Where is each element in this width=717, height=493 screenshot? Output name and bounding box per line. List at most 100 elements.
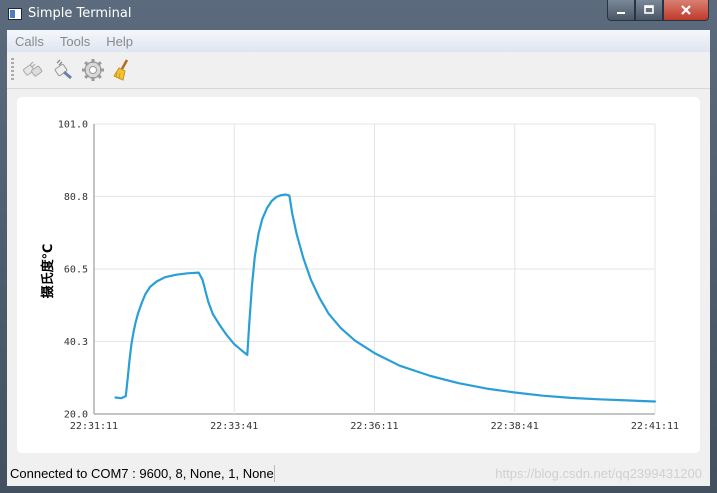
data-point — [354, 340, 356, 342]
data-point — [242, 350, 244, 352]
data-point — [218, 323, 220, 326]
title-bar[interactable]: Simple Terminal — [0, 0, 717, 30]
app-window: Simple Terminal Calls Tools Help 101.0 8… — [0, 0, 717, 493]
data-point — [373, 352, 376, 354]
data-point — [125, 395, 127, 397]
toolbar-grip[interactable] — [11, 58, 14, 82]
data-point — [226, 334, 228, 336]
x-tick-label: 22:31:11 — [70, 421, 118, 432]
data-point — [302, 257, 305, 259]
data-point — [598, 398, 600, 400]
y-tick-label: 101.0 — [58, 120, 88, 131]
temperature-series-line — [114, 193, 657, 403]
data-point — [399, 365, 401, 367]
settings-gear-icon[interactable] — [81, 58, 105, 82]
toolbar — [7, 52, 710, 89]
data-point — [280, 194, 282, 196]
data-point — [134, 323, 136, 326]
data-point — [246, 354, 248, 356]
data-point — [120, 397, 122, 399]
disconnect-icon[interactable] — [51, 58, 75, 82]
data-point — [340, 327, 342, 329]
data-point — [570, 397, 572, 399]
data-point — [254, 255, 256, 258]
data-point — [310, 279, 312, 281]
connection-status: Connected to COM7 : 9600, 8, None, 1, No… — [10, 466, 274, 481]
data-point — [130, 343, 132, 345]
data-point — [654, 400, 656, 403]
data-point — [114, 396, 117, 399]
data-point — [186, 272, 189, 274]
data-point — [201, 279, 204, 281]
data-point — [271, 200, 273, 202]
data-point — [175, 274, 177, 276]
menu-tools[interactable]: Tools — [52, 34, 98, 49]
data-point — [296, 234, 298, 236]
maximize-button[interactable] — [635, 0, 663, 21]
data-point — [137, 313, 139, 315]
maximize-icon — [644, 5, 654, 14]
data-point — [251, 284, 253, 286]
y-tick-label: 20.0 — [64, 410, 88, 421]
data-point — [430, 375, 432, 377]
y-tick-label: 80.8 — [64, 192, 88, 203]
data-point — [318, 297, 320, 299]
data-point — [149, 286, 151, 288]
data-point — [458, 382, 460, 384]
data-point — [207, 300, 209, 302]
data-point — [328, 313, 330, 315]
data-point — [288, 195, 291, 197]
terminal-app-icon — [8, 8, 22, 20]
data-point — [514, 391, 516, 394]
chart-area: 101.0 80.8 60.5 40.3 20.0 22:31:11 22:33:41 22… — [7, 89, 710, 462]
x-tick-label: 22:33:41 — [210, 421, 258, 432]
connect-icon[interactable] — [21, 58, 45, 82]
data-point — [261, 218, 263, 220]
minimize-icon — [617, 12, 625, 14]
y-tick-label: 60.5 — [64, 265, 88, 276]
data-point — [275, 196, 277, 198]
close-icon — [681, 5, 691, 15]
data-point — [144, 293, 147, 295]
status-bar: Connected to COM7 : 9600, 8, None, 1, No… — [7, 462, 710, 486]
client-area: Calls Tools Help 101.0 80.8 60.5 40.3 20… — [7, 30, 710, 486]
data-point — [626, 399, 628, 401]
data-point — [198, 271, 200, 274]
chart-card: 101.0 80.8 60.5 40.3 20.0 22:31:11 22:33:41 22… — [17, 97, 700, 453]
data-point — [291, 212, 293, 215]
data-point — [127, 377, 129, 379]
x-axis-ticks: 22:31:11 22:33:41 22:36:11 22:38:41 22:41:11 — [70, 421, 679, 432]
window-title: Simple Terminal — [28, 6, 132, 21]
series-points — [114, 193, 656, 403]
data-point — [212, 313, 214, 315]
data-point — [128, 359, 131, 361]
data-point — [233, 343, 235, 345]
data-point — [141, 302, 143, 304]
y-axis-label: 摄氏度℃ — [40, 244, 56, 299]
data-point — [285, 193, 287, 196]
data-point — [248, 323, 250, 326]
data-point — [486, 387, 488, 390]
menu-help[interactable]: Help — [98, 34, 141, 49]
x-tick-label: 22:41:11 — [631, 421, 679, 432]
menu-bar: Calls Tools Help — [7, 30, 710, 52]
x-tick-label: 22:38:41 — [491, 421, 539, 432]
x-tick-label: 22:36:11 — [350, 421, 398, 432]
y-axis-ticks: 101.0 80.8 60.5 40.3 20.0 — [58, 120, 88, 421]
y-tick-label: 40.3 — [64, 337, 88, 348]
data-point — [542, 395, 544, 397]
window-controls — [607, 0, 709, 21]
chart-grid — [93, 123, 656, 415]
clear-broom-icon[interactable] — [111, 58, 135, 82]
data-point — [132, 332, 134, 335]
minimize-button[interactable] — [607, 0, 635, 21]
watermark-text: https://blog.csdn.net/qq2399431200 — [495, 466, 702, 481]
temperature-line-chart: 101.080.860.540.320.0 22:31:11 22:33:41 22… — [40, 120, 679, 433]
data-point — [164, 276, 166, 278]
close-button[interactable] — [663, 0, 709, 21]
data-point — [266, 207, 268, 209]
data-point — [257, 232, 260, 234]
data-point — [156, 280, 158, 283]
menu-calls[interactable]: Calls — [7, 34, 52, 49]
data-point — [204, 289, 206, 292]
